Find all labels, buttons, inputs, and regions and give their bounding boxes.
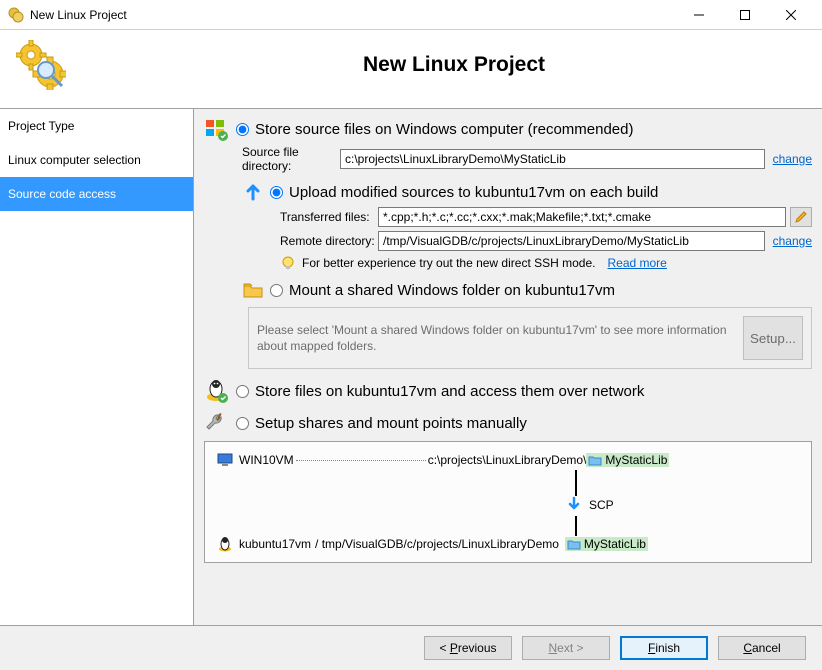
sidebar-item-source-access[interactable]: Source code access	[0, 177, 193, 211]
radio-mount-folder[interactable]	[270, 284, 283, 297]
previous-button[interactable]: < PPreviousrevious	[424, 636, 512, 660]
option-label: Setup shares and mount points manually	[255, 415, 527, 432]
linux-icon	[204, 379, 228, 403]
windows-icon	[204, 117, 228, 141]
option-label: Store files on kubuntu17vm and access th…	[255, 383, 644, 400]
transferred-label: Transferred files:	[280, 210, 378, 224]
wrench-icon	[204, 411, 228, 435]
lightbulb-icon	[280, 255, 296, 271]
remote-dir-label: Remote directory:	[280, 234, 378, 248]
mount-info-text: Please select 'Mount a shared Windows fo…	[257, 322, 733, 354]
diagram-win-path: c:\projects\LinuxLibraryDemo\	[428, 453, 587, 467]
cancel-button[interactable]: CancelCancel	[718, 636, 806, 660]
wizard-footer: < PPreviousrevious Next >Next > FinishFi…	[0, 625, 822, 670]
sidebar-item-project-type[interactable]: Project Type	[0, 109, 193, 143]
radio-store-linux[interactable]	[236, 385, 249, 398]
option-store-windows[interactable]: Store source files on Windows computer (…	[204, 117, 812, 141]
sidebar-item-linux-computer[interactable]: Linux computer selection	[0, 143, 193, 177]
folder-share-icon	[242, 279, 264, 301]
src-dir-label: Source file directory:	[242, 145, 340, 173]
diagram-linux-path: / tmp/VisualGDB/c/projects/LinuxLibraryD…	[315, 537, 559, 551]
remote-dir-input[interactable]	[378, 231, 765, 251]
next-button: Next >Next >	[522, 636, 610, 660]
close-button[interactable]	[768, 1, 814, 29]
radio-manual-mount[interactable]	[236, 417, 249, 430]
wizard-header: New Linux Project	[0, 30, 822, 109]
read-more-link[interactable]: Read more	[607, 256, 666, 270]
hint-text: For better experience try out the new di…	[302, 256, 595, 270]
diagram-connector	[575, 470, 577, 496]
diagram-scp: SCP	[565, 496, 614, 514]
edit-transferred-button[interactable]	[790, 207, 812, 227]
page-title: New Linux Project	[106, 53, 802, 77]
finish-button[interactable]: FinishFinish	[620, 636, 708, 660]
upload-label: Upload modified sources to kubuntu17vm o…	[289, 184, 658, 201]
monitor-icon	[217, 452, 233, 468]
diagram-linux-host: kubuntu17vm	[239, 537, 311, 551]
diagram-win-host: WIN10VM	[239, 453, 294, 467]
option-label: Store source files on Windows computer (…	[255, 121, 634, 138]
upload-icon	[242, 181, 264, 203]
diagram-win-folder: MyStaticLib	[586, 453, 669, 467]
wizard-content: Store source files on Windows computer (…	[194, 109, 822, 625]
window-title: New Linux Project	[30, 8, 676, 22]
penguin-icon	[217, 536, 233, 552]
wizard-icon	[16, 40, 66, 90]
change-src-link[interactable]: change	[773, 152, 812, 166]
option-store-linux[interactable]: Store files on kubuntu17vm and access th…	[204, 379, 812, 403]
setup-button: Setup...	[743, 316, 803, 360]
diagram-connector	[575, 516, 577, 536]
transfer-diagram: WIN10VM c:\projects\LinuxLibraryDemo\MyS…	[204, 441, 812, 563]
radio-store-windows[interactable]	[236, 123, 249, 136]
src-dir-input[interactable]	[340, 149, 765, 169]
mount-info-box: Please select 'Mount a shared Windows fo…	[248, 307, 812, 369]
option-manual-mount[interactable]: Setup shares and mount points manually	[204, 411, 812, 435]
radio-upload-sources[interactable]	[270, 186, 283, 199]
wizard-sidebar: Project Type Linux computer selection So…	[0, 109, 194, 625]
diagram-linux-folder: MyStaticLib	[565, 537, 648, 551]
window-titlebar: New Linux Project	[0, 0, 822, 30]
mount-label: Mount a shared Windows folder on kubuntu…	[289, 282, 615, 299]
app-icon	[8, 7, 24, 23]
minimize-button[interactable]	[676, 1, 722, 29]
maximize-button[interactable]	[722, 1, 768, 29]
change-remote-link[interactable]: change	[773, 234, 812, 248]
transferred-input[interactable]	[378, 207, 786, 227]
